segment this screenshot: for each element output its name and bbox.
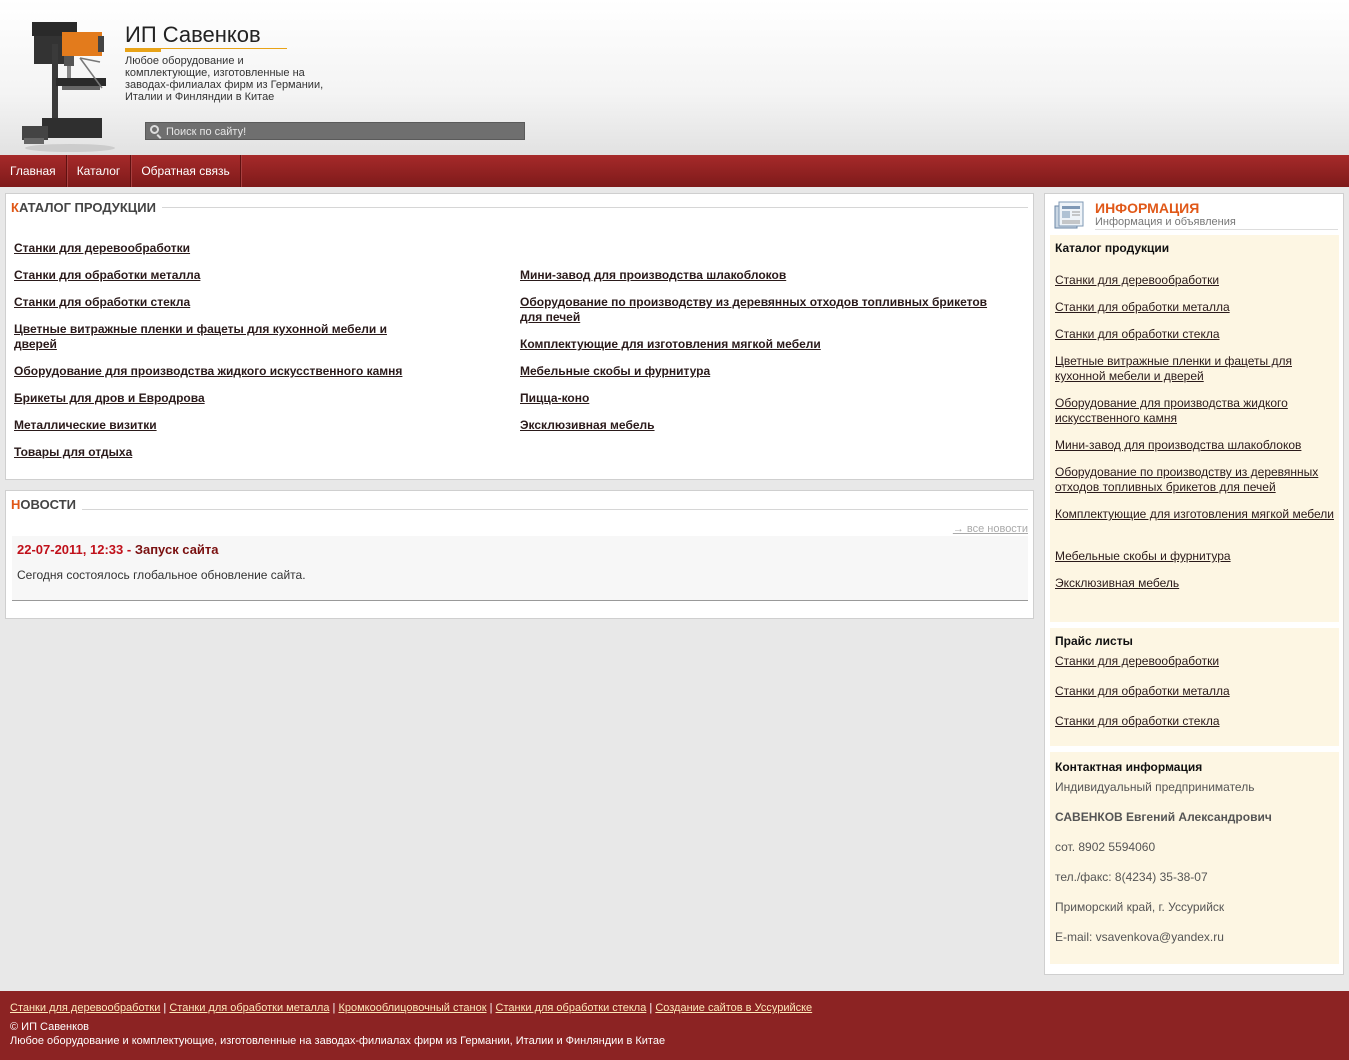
news-header-line xyxy=(14,509,1028,510)
catalog-link[interactable]: Станки для деревообработки xyxy=(14,241,394,256)
sidebar-catalog-link[interactable]: Мебельные скобы и фурнитура xyxy=(1055,549,1335,564)
catalog-link[interactable]: Мебельные скобы и фурнитура xyxy=(520,364,1010,379)
sidebar-catalog-link[interactable]: Станки для обработки металла xyxy=(1055,300,1335,315)
sidebar-price-title: Прайс листы xyxy=(1055,634,1133,648)
footer-description: Любое оборудование и комплектующие, изго… xyxy=(10,1035,666,1047)
site-title[interactable]: ИП Савенков xyxy=(125,22,261,48)
sidebar-catalog-link[interactable]: Станки для обработки стекла xyxy=(1055,327,1335,342)
footer-copyright: © ИП Савенков xyxy=(10,1021,90,1033)
contact-email: E-mail: vsavenkova@yandex.ru xyxy=(1055,930,1224,944)
catalog-panel: КАТАЛОГ ПРОДУКЦИИ Станки для деревообраб… xyxy=(5,193,1034,480)
sidebar-price-link[interactable]: Станки для обработки металла xyxy=(1055,684,1335,699)
site-header: ИП Савенков Любое оборудование и комплек… xyxy=(0,0,1349,155)
search-input[interactable] xyxy=(166,124,516,139)
sidebar-price-link[interactable]: Станки для обработки стекла xyxy=(1055,714,1335,729)
footer-link[interactable]: Станки для обработки металла xyxy=(169,1002,329,1014)
sidebar-contact-title: Контактная информация xyxy=(1055,760,1203,774)
footer-separator: | xyxy=(160,1002,170,1014)
info-divider xyxy=(1095,229,1338,230)
news-separator: - xyxy=(123,542,135,557)
sidebar-catalog-link[interactable]: Комплектующие для изготовления мягкой ме… xyxy=(1055,507,1335,522)
sidebar-catalog-title: Каталог продукции xyxy=(1055,241,1170,255)
footer-links: Станки для деревообработки | Станки для … xyxy=(10,1002,812,1014)
search-box xyxy=(145,122,525,140)
news-date: 22-07-2011, 12:33 xyxy=(17,542,124,557)
catalog-link[interactable]: Цветные витражные пленки и фацеты для ку… xyxy=(14,322,394,352)
catalog-link[interactable]: Металлические визитки xyxy=(14,418,394,433)
news-title-initial: Н xyxy=(11,497,21,512)
nav-item-feedback[interactable]: Обратная связь xyxy=(131,155,241,187)
catalog-title: КАТАЛОГ ПРОДУКЦИИ xyxy=(11,200,162,215)
contact-phone: тел./факс: 8(4234) 35-38-07 xyxy=(1055,870,1208,884)
newspaper-icon xyxy=(1054,201,1084,229)
sidebar-catalog-link[interactable]: Эксклюзивная мебель xyxy=(1055,576,1335,591)
footer-link[interactable]: Станки для деревообработки xyxy=(10,1002,160,1014)
catalog-link[interactable]: Мини-завод для производства шлакоблоков xyxy=(520,268,1010,283)
nav-item-home[interactable]: Главная xyxy=(0,155,67,187)
site-footer: Станки для деревообработки | Станки для … xyxy=(0,991,1349,1060)
contact-name: САВЕНКОВ Евгений Александрович xyxy=(1055,810,1272,824)
catalog-header-line xyxy=(14,207,1028,208)
footer-separator: | xyxy=(486,1002,496,1014)
footer-link[interactable]: Создание сайтов в Уссурийске xyxy=(655,1002,812,1014)
all-news-link[interactable]: → все новости xyxy=(953,523,1028,535)
site-description: Любое оборудование и комплектующие, изго… xyxy=(125,55,324,103)
news-panel: НОВОСТИ → все новости 22-07-2011, 12:33 … xyxy=(5,490,1034,619)
info-subtitle: Информация и объявления xyxy=(1095,216,1236,228)
footer-link[interactable]: Станки для обработки стекла xyxy=(496,1002,647,1014)
footer-link[interactable]: Кромкооблицовочный станок xyxy=(338,1002,486,1014)
main-nav: Главная Каталог Обратная связь xyxy=(0,155,1349,187)
catalog-link[interactable]: Станки для обработки стекла xyxy=(14,295,394,310)
title-underline-accent xyxy=(125,49,161,52)
sidebar-catalog-link[interactable]: Станки для деревообработки xyxy=(1055,273,1335,288)
sidebar-price-link[interactable]: Станки для деревообработки xyxy=(1055,654,1335,669)
info-sidebar: ИНФОРМАЦИЯ Информация и объявления Катал… xyxy=(1044,193,1344,975)
contact-line: Индивидуальный предприниматель xyxy=(1055,780,1255,794)
sidebar-price-box: Прайс листы Станки для деревообработки С… xyxy=(1050,628,1339,746)
sidebar-catalog-link[interactable]: Оборудование по производству из деревянн… xyxy=(1055,465,1335,495)
catalog-link[interactable]: Станки для обработки металла xyxy=(14,268,394,283)
nav-item-catalog[interactable]: Каталог xyxy=(67,155,132,187)
search-icon xyxy=(150,125,159,134)
catalog-link[interactable]: Комплектующие для изготовления мягкой ме… xyxy=(520,337,1010,352)
catalog-link[interactable]: Эксклюзивная мебель xyxy=(520,418,1010,433)
catalog-link[interactable]: Товары для отдыха xyxy=(14,445,394,460)
sidebar-catalog-link[interactable]: Оборудование для производства жидкого ис… xyxy=(1055,396,1335,426)
catalog-title-initial: К xyxy=(11,200,19,215)
drill-press-logo[interactable] xyxy=(22,18,122,153)
sidebar-contact-box: Контактная информация Индивидуальный пре… xyxy=(1050,752,1339,964)
catalog-title-rest: АТАЛОГ ПРОДУКЦИИ xyxy=(18,200,156,215)
footer-separator: | xyxy=(646,1002,656,1014)
catalog-link[interactable]: Пицца-коно xyxy=(520,391,1010,406)
sidebar-catalog-link[interactable]: Цветные витражные пленки и фацеты для ку… xyxy=(1055,354,1335,384)
catalog-link[interactable]: Оборудование для производства жидкого ис… xyxy=(14,364,414,379)
catalog-link[interactable]: Оборудование по производству из деревянн… xyxy=(520,295,1010,325)
news-text: Сегодня состоялось глобальное обновление… xyxy=(17,568,306,582)
info-title: ИНФОРМАЦИЯ xyxy=(1095,200,1200,216)
news-item: 22-07-2011, 12:33 - Запуск сайта Сегодня… xyxy=(12,536,1028,601)
news-title: НОВОСТИ xyxy=(11,497,83,512)
news-title-rest: ОВОСТИ xyxy=(20,497,77,512)
news-item-title[interactable]: Запуск сайта xyxy=(135,542,219,557)
sidebar-catalog-link[interactable]: Мини-завод для производства шлакоблоков xyxy=(1055,438,1335,453)
news-heading: 22-07-2011, 12:33 - Запуск сайта xyxy=(17,542,219,557)
catalog-link[interactable]: Брикеты для дров и Евродрова xyxy=(14,391,394,406)
contact-address: Приморский край, г. Уссурийск xyxy=(1055,900,1225,914)
sidebar-catalog-box: Каталог продукции Станки для деревообраб… xyxy=(1050,235,1339,622)
contact-mobile: сот. 8902 5594060 xyxy=(1055,840,1156,854)
